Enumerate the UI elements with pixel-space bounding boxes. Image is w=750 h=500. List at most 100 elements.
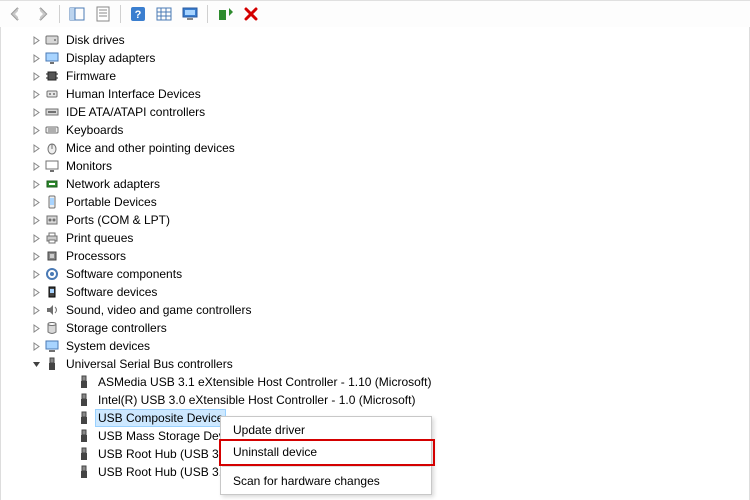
tree-node-label: IDE ATA/ATAPI controllers bbox=[64, 104, 207, 120]
tree-node[interactable]: Firmware bbox=[1, 67, 749, 85]
chevron-right-icon[interactable] bbox=[29, 195, 43, 209]
usb-icon bbox=[76, 446, 92, 462]
chevron-right-icon[interactable] bbox=[29, 285, 43, 299]
tree-node-label: Disk drives bbox=[64, 32, 127, 48]
tree-node[interactable]: IDE ATA/ATAPI controllers bbox=[1, 103, 749, 121]
tree-node-label: USB Mass Storage Devi bbox=[96, 428, 229, 444]
tree-node[interactable]: Software components bbox=[1, 265, 749, 283]
system-icon bbox=[44, 338, 60, 354]
chevron-right-icon[interactable] bbox=[29, 339, 43, 353]
tree-node-label: Network adapters bbox=[64, 176, 162, 192]
toolbar-show-hide-tree-button[interactable] bbox=[65, 2, 89, 26]
tree-node[interactable]: Keyboards bbox=[1, 121, 749, 139]
chevron-right-icon[interactable] bbox=[29, 267, 43, 281]
toolbar-separator bbox=[207, 5, 208, 23]
toolbar-properties-button[interactable] bbox=[91, 2, 115, 26]
chevron-right-icon[interactable] bbox=[29, 105, 43, 119]
port-icon bbox=[44, 212, 60, 228]
toolbar-forward-button[interactable] bbox=[30, 2, 54, 26]
tree-node-label: Universal Serial Bus controllers bbox=[64, 356, 235, 372]
chevron-right-icon[interactable] bbox=[29, 159, 43, 173]
arrow-left-icon bbox=[8, 6, 24, 22]
tree-node[interactable]: Human Interface Devices bbox=[1, 85, 749, 103]
chevron-right-icon[interactable] bbox=[29, 249, 43, 263]
tree-node[interactable]: Sound, video and game controllers bbox=[1, 301, 749, 319]
uninstall-icon bbox=[243, 6, 259, 22]
chevron-right-icon[interactable] bbox=[29, 141, 43, 155]
toolbar-uninstall-button[interactable] bbox=[239, 2, 263, 26]
help-icon: ? bbox=[130, 6, 146, 22]
context-menu-uninstall-device[interactable]: Uninstall device bbox=[221, 441, 431, 463]
chevron-right-icon[interactable] bbox=[29, 123, 43, 137]
display-icon bbox=[44, 50, 60, 66]
keyboard-icon bbox=[44, 122, 60, 138]
disk-icon bbox=[44, 32, 60, 48]
tree-node-label: Storage controllers bbox=[64, 320, 169, 336]
tree-node-label: Print queues bbox=[64, 230, 135, 246]
chevron-right-icon[interactable] bbox=[29, 213, 43, 227]
caret-placeholder bbox=[61, 447, 75, 461]
tree-node[interactable]: Processors bbox=[1, 247, 749, 265]
tree-node[interactable]: Disk drives bbox=[1, 31, 749, 49]
tree-node-label: System devices bbox=[64, 338, 152, 354]
tree-node[interactable]: Portable Devices bbox=[1, 193, 749, 211]
tree-node[interactable]: ASMedia USB 3.1 eXtensible Host Controll… bbox=[1, 373, 749, 391]
tree-node[interactable]: Ports (COM & LPT) bbox=[1, 211, 749, 229]
chevron-down-icon[interactable] bbox=[29, 357, 43, 371]
chevron-right-icon[interactable] bbox=[29, 303, 43, 317]
tree-node-label: Mice and other pointing devices bbox=[64, 140, 237, 156]
tree-node-label: USB Root Hub (USB 3.0 bbox=[96, 464, 231, 480]
toolbar-update-driver-button[interactable] bbox=[213, 2, 237, 26]
context-menu-update-driver[interactable]: Update driver bbox=[221, 419, 431, 441]
tree-node-label: Display adapters bbox=[64, 50, 157, 66]
toolbar-separator bbox=[59, 5, 60, 23]
tree-node[interactable]: Universal Serial Bus controllers bbox=[1, 355, 749, 373]
toolbar-action-button[interactable] bbox=[152, 2, 176, 26]
chevron-right-icon[interactable] bbox=[29, 177, 43, 191]
toolbar-back-button[interactable] bbox=[4, 2, 28, 26]
toolbar-scan-button[interactable] bbox=[178, 2, 202, 26]
chevron-right-icon[interactable] bbox=[29, 33, 43, 47]
usb-icon bbox=[76, 374, 92, 390]
tree-node-label: Processors bbox=[64, 248, 128, 264]
tree-node-label: Sound, video and game controllers bbox=[64, 302, 253, 318]
device-tree[interactable]: Disk drives Display adaptersFirmwareHuman… bbox=[1, 27, 749, 481]
tree-node[interactable]: Print queues bbox=[1, 229, 749, 247]
toolbar-help-button[interactable]: ? bbox=[126, 2, 150, 26]
chevron-right-icon[interactable] bbox=[29, 69, 43, 83]
tree-node-label: Portable Devices bbox=[64, 194, 159, 210]
usb-icon bbox=[76, 410, 92, 426]
hid-icon bbox=[44, 86, 60, 102]
tree-node[interactable]: Mice and other pointing devices bbox=[1, 139, 749, 157]
tree-node[interactable]: Display adapters bbox=[1, 49, 749, 67]
caret-placeholder bbox=[61, 375, 75, 389]
ide-icon bbox=[44, 104, 60, 120]
chevron-right-icon[interactable] bbox=[29, 321, 43, 335]
usb-icon bbox=[76, 464, 92, 480]
usb-icon bbox=[76, 428, 92, 444]
tree-node[interactable]: Intel(R) USB 3.0 eXtensible Host Control… bbox=[1, 391, 749, 409]
context-menu-scan-hardware[interactable]: Scan for hardware changes bbox=[221, 470, 431, 492]
tree-node-label: Software components bbox=[64, 266, 184, 282]
caret-placeholder bbox=[61, 429, 75, 443]
tree-node-label: Human Interface Devices bbox=[64, 86, 203, 102]
toolbar-separator bbox=[120, 5, 121, 23]
arrow-right-icon bbox=[34, 6, 50, 22]
printer-icon bbox=[44, 230, 60, 246]
console-tree-icon bbox=[69, 6, 85, 22]
chevron-right-icon[interactable] bbox=[29, 51, 43, 65]
tree-node[interactable]: Storage controllers bbox=[1, 319, 749, 337]
monitor-icon bbox=[44, 158, 60, 174]
tree-node-label: Software devices bbox=[64, 284, 159, 300]
tree-node[interactable]: System devices bbox=[1, 337, 749, 355]
chevron-right-icon[interactable] bbox=[29, 87, 43, 101]
chevron-right-icon[interactable] bbox=[29, 231, 43, 245]
cpu-icon bbox=[44, 248, 60, 264]
properties-icon bbox=[95, 6, 111, 22]
mouse-icon bbox=[44, 140, 60, 156]
tree-node-label: Intel(R) USB 3.0 eXtensible Host Control… bbox=[96, 392, 417, 408]
tree-node[interactable]: Software devices bbox=[1, 283, 749, 301]
tree-node[interactable]: Monitors bbox=[1, 157, 749, 175]
tree-node[interactable]: Network adapters bbox=[1, 175, 749, 193]
context-menu: Update driver Uninstall device Scan for … bbox=[220, 416, 432, 495]
